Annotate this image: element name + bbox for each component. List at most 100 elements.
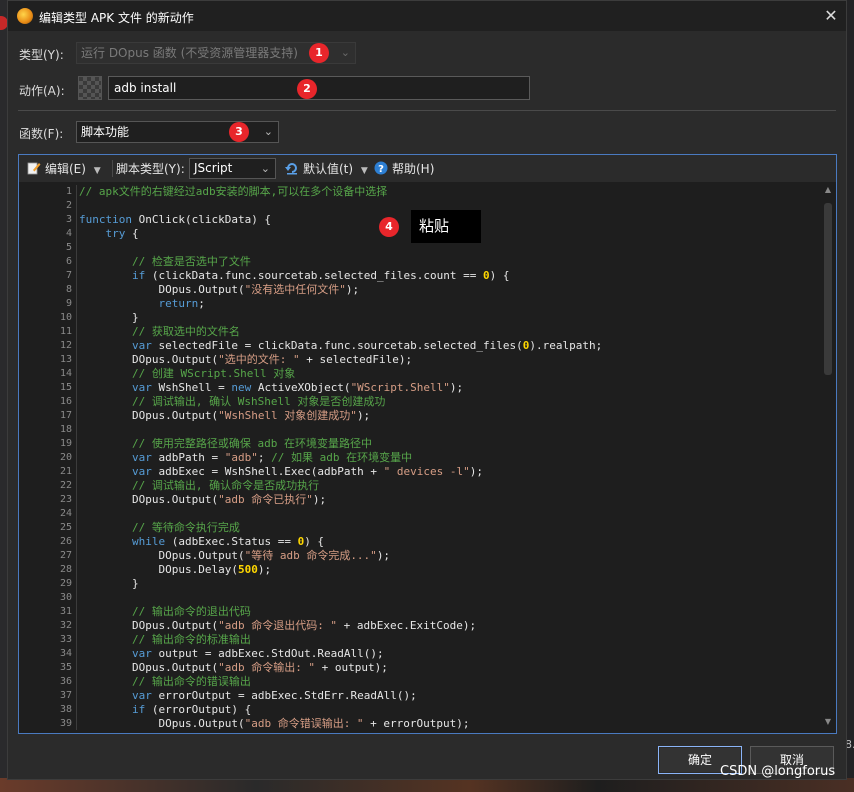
annotation-badge-2: 2 <box>297 79 317 99</box>
type-value: 运行 DOpus 函数 (不受资源管理器支持) <box>81 46 298 60</box>
line-number: 38 <box>59 704 72 715</box>
background-taskbar-strip <box>0 778 854 792</box>
line-number: 26 <box>59 536 72 547</box>
default-value-menu[interactable]: 默认值(t) ▼ <box>285 160 368 178</box>
code-line: DOpus.Output("等待 adb 命令完成..."); <box>79 549 391 562</box>
reset-icon <box>285 163 297 175</box>
line-number: 20 <box>59 452 72 463</box>
code-area[interactable]: // apk文件的右键经过adb安装的脚本,可以在多个设备中选择 functio… <box>79 185 819 730</box>
line-number: 11 <box>59 326 72 337</box>
edit-pencil-icon <box>27 162 41 175</box>
code-line: DOpus.Output("选中的文件: " + selectedFile); <box>79 353 413 366</box>
close-icon[interactable]: ✕ <box>821 6 841 26</box>
line-number: 9 <box>65 298 72 309</box>
code-line: var output = adbExec.StdOut.ReadAll(); <box>131 647 384 660</box>
scroll-down-arrow-icon[interactable]: ▼ <box>823 717 833 726</box>
script-type-combo[interactable]: JScript ⌄ <box>189 158 276 179</box>
line-number: 10 <box>59 312 72 323</box>
code-line: // 检查是否选中了文件 <box>131 255 251 268</box>
code-line: var adbExec = WshShell.Exec(adbPath + " … <box>131 465 483 478</box>
chevron-down-icon: ⌄ <box>263 125 273 138</box>
code-line: // 输出命令的标准输出 <box>131 633 251 646</box>
line-number: 5 <box>65 242 72 253</box>
scroll-up-arrow-icon[interactable]: ▲ <box>823 185 833 194</box>
chevron-down-icon: ⌄ <box>340 46 350 59</box>
code-line: // apk文件的右键经过adb安装的脚本,可以在多个设备中选择 <box>79 185 388 198</box>
line-number: 37 <box>59 690 72 701</box>
line-number: 14 <box>59 368 72 379</box>
code-line: // 输出命令的退出代码 <box>131 605 251 618</box>
code-line: var WshShell = new ActiveXObject("WScrip… <box>131 381 464 394</box>
help-button[interactable]: ? 帮助(H) <box>374 160 434 178</box>
annotation-badge-3: 3 <box>229 122 249 142</box>
line-number: 31 <box>59 606 72 617</box>
line-number: 30 <box>59 592 72 603</box>
line-number: 23 <box>59 494 72 505</box>
title-bar[interactable]: 编辑类型 APK 文件 的新动作 ✕ <box>8 1 846 31</box>
line-number: 21 <box>59 466 72 477</box>
annotation-badge-1: 1 <box>309 43 329 63</box>
line-number: 12 <box>59 340 72 351</box>
line-number: 19 <box>59 438 72 449</box>
line-number: 6 <box>65 256 72 267</box>
line-number: 34 <box>59 648 72 659</box>
vertical-scrollbar[interactable]: ▲ ▼ <box>821 183 835 731</box>
chevron-down-icon: ⌄ <box>260 162 270 175</box>
line-number: 22 <box>59 480 72 491</box>
separator <box>18 110 836 111</box>
action-icon-picker[interactable] <box>78 76 102 100</box>
action-label: 动作(A): <box>19 84 65 98</box>
edit-menu-label: 编辑(E) <box>45 162 86 176</box>
line-number: 28 <box>59 564 72 575</box>
code-line: // 获取选中的文件名 <box>131 325 240 338</box>
line-number-gutter: 1 2 3 4 5 6 7 8 9 10 11 12 13 14 15 16 17 18 19 20 21 22 23 24 2… <box>36 185 76 730</box>
paste-tooltip: 粘贴 <box>411 210 481 243</box>
line-number: 18 <box>59 424 72 435</box>
code-line: DOpus.Output("没有选中任何文件"); <box>79 283 360 296</box>
line-number: 13 <box>59 354 72 365</box>
edit-menu[interactable]: 编辑(E) ▼ <box>27 160 101 178</box>
line-number: 17 <box>59 410 72 421</box>
caret-down-icon: ▼ <box>360 166 368 176</box>
editor-toolbar: 编辑(E) ▼ 脚本类型(Y): JScript ⌄ 默认值(t) ▼ ? 帮助… <box>19 155 836 182</box>
script-type-label: 脚本类型(Y): <box>116 162 185 176</box>
type-label: 类型(Y): <box>19 48 64 62</box>
action-name-input[interactable]: adb install <box>108 76 530 100</box>
line-number: 2 <box>65 200 72 211</box>
function-value: 脚本功能 <box>81 125 130 139</box>
line-number: 24 <box>59 508 72 519</box>
caret-down-icon: ▼ <box>93 166 101 176</box>
code-line: DOpus.Output("adb 命令错误输出: " + errorOutpu… <box>79 717 470 730</box>
code-line: } <box>79 311 139 324</box>
code-line: // 输出命令的错误输出 <box>131 675 251 688</box>
code-line: } <box>79 577 139 590</box>
line-number: 1 <box>65 186 72 197</box>
edit-action-dialog: 编辑类型 APK 文件 的新动作 ✕ 类型(Y): 运行 DOpus 函数 (不… <box>7 0 847 780</box>
svg-text:?: ? <box>378 164 384 175</box>
script-type-value: JScript <box>194 161 233 175</box>
line-number: 29 <box>59 578 72 589</box>
line-number: 33 <box>59 634 72 645</box>
help-label: 帮助(H) <box>392 162 435 176</box>
code-line: DOpus.Output("adb 命令输出: " + output); <box>79 661 388 674</box>
code-line: // 调试输出, 确认 WshShell 对象是否创建成功 <box>131 395 386 408</box>
code-line: var errorOutput = adbExec.StdErr.ReadAll… <box>131 689 417 702</box>
code-line: var selectedFile = clickData.func.source… <box>131 339 603 352</box>
line-number: 36 <box>59 676 72 687</box>
code-line: // 创建 WScript.Shell 对象 <box>131 367 296 380</box>
line-number: 3 <box>65 214 72 225</box>
code-line: DOpus.Delay(500); <box>79 563 272 576</box>
csdn-watermark: CSDN @longforus <box>720 764 836 779</box>
code-line: // 调试输出, 确认命令是否成功执行 <box>131 479 320 492</box>
code-line: DOpus.Output("WshShell 对象创建成功"); <box>79 409 371 422</box>
code-line: var adbPath = "adb"; // 如果 adb 在环境变量中 <box>131 451 413 464</box>
code-line: if (errorOutput) { <box>131 703 252 716</box>
line-number: 39 <box>59 718 72 729</box>
line-number: 27 <box>59 550 72 561</box>
scrollbar-thumb[interactable] <box>824 203 832 375</box>
code-line: // 使用完整路径或确保 adb 在环境变量路径中 <box>131 437 372 450</box>
code-line: DOpus.Output("adb 命令已执行"); <box>79 493 327 506</box>
